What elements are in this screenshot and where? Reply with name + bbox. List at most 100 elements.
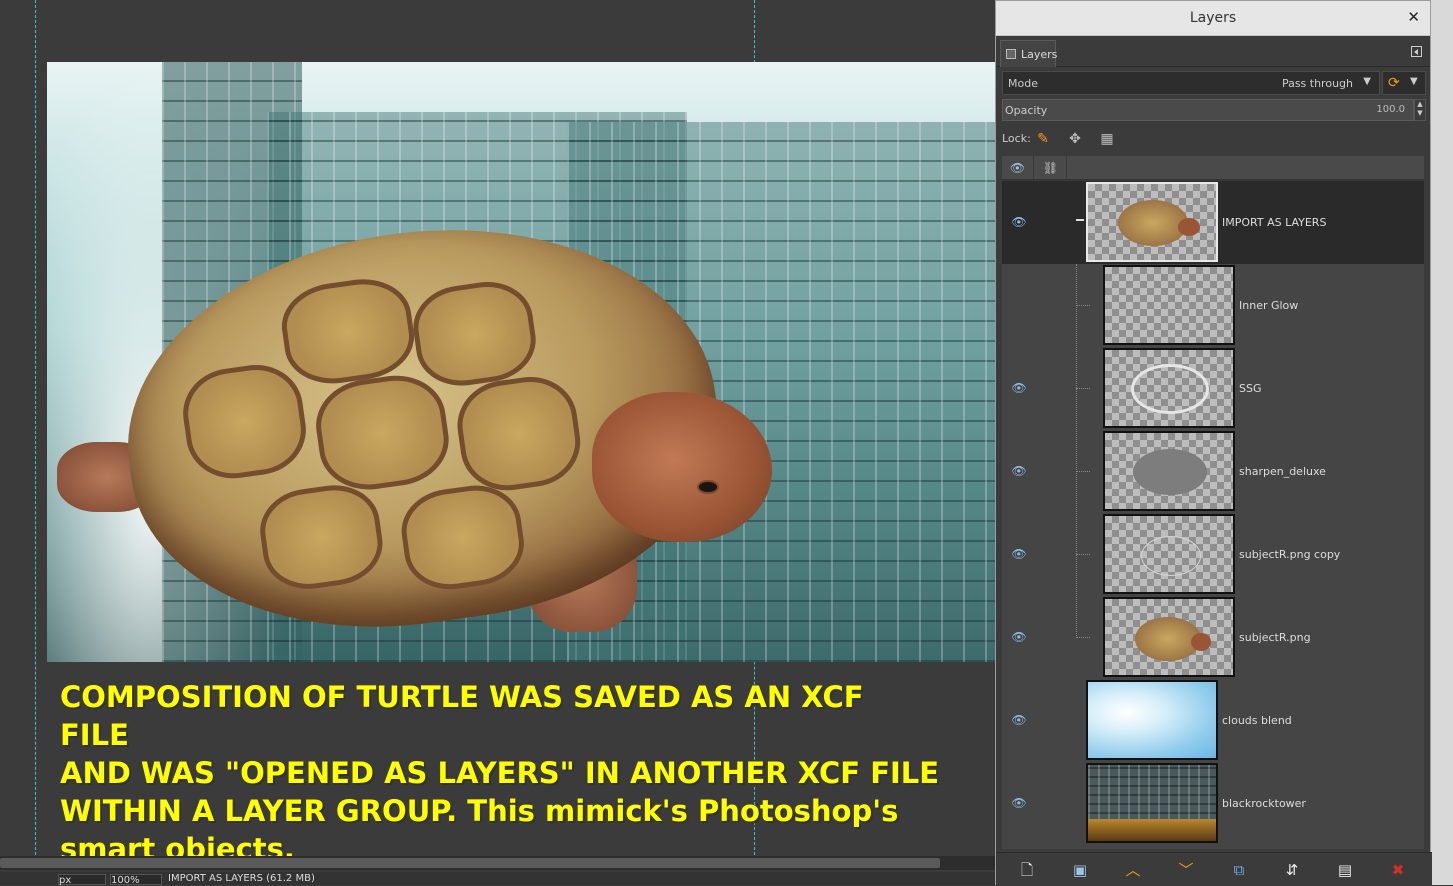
building-lights-thumb (1088, 819, 1216, 841)
status-text: IMPORT AS LAYERS (61.2 MB) (168, 873, 315, 884)
mode-label: Mode (1008, 77, 1038, 90)
horizontal-scrollbar[interactable] (0, 856, 995, 870)
image-canvas-workspace[interactable]: COMPOSITION OF TURTLE WAS SAVED AS AN XC… (0, 0, 995, 885)
eye-icon[interactable]: 👁 (1010, 548, 1028, 560)
delete-layer-icon[interactable]: ✖ (1387, 860, 1409, 880)
shell-scute (451, 370, 586, 497)
window-title: Layers (1189, 10, 1237, 26)
layer-thumbnail (1086, 763, 1218, 843)
vertical-guide-left[interactable] (35, 0, 36, 855)
canvas-image[interactable] (47, 62, 995, 662)
turtle-thumb-head (1191, 633, 1211, 651)
layer-name: subjectR.png copy (1239, 548, 1341, 561)
lock-position-icon[interactable]: ✥ (1064, 128, 1086, 150)
layers-window: Layers ✕ Layers Mode Pass through ▼ ⟳ ▼ … (995, 0, 1432, 886)
tab-layers[interactable]: Layers (1000, 40, 1058, 67)
tree-branch (1076, 554, 1090, 555)
turtle-thumb-head (1178, 218, 1200, 236)
raise-layer-icon[interactable]: ︿ (1122, 860, 1144, 880)
layer-name: sharpen_deluxe (1239, 465, 1326, 478)
faint-outline-thumb-shape (1141, 536, 1201, 576)
dock-tab-row: Layers (996, 36, 1430, 67)
caption-text: COMPOSITION OF TURTLE WAS SAVED AS AN XC… (60, 680, 940, 866)
layer-thumbnail (1103, 514, 1235, 594)
opacity-slider[interactable]: Opacity 100.0 (1002, 99, 1414, 121)
lock-pixels-icon[interactable]: ✎ (1032, 128, 1054, 150)
tab-menu-icon[interactable] (1411, 46, 1422, 57)
tab-label: Layers (1021, 48, 1058, 61)
tree-branch (1076, 388, 1090, 389)
eye-icon[interactable]: 👁 (1010, 465, 1028, 477)
lower-layer-icon[interactable]: ﹀ (1175, 860, 1197, 880)
layer-thumbnail (1103, 265, 1235, 345)
layer-row[interactable]: 👁 subjectR.png (1002, 596, 1424, 679)
layer-row[interactable]: 👁 IMPORT AS LAYERS (1002, 181, 1424, 264)
tree-branch (1076, 305, 1090, 306)
layers-action-bar: 🗋 ▣ ︿ ﹀ ⧉ ⇵ ▤ ✖ (996, 852, 1432, 886)
layer-row[interactable]: 👁 blackrocktower (1002, 762, 1424, 845)
mode-value: Pass through (1281, 77, 1353, 90)
layer-row[interactable]: 👁 clouds blend (1002, 679, 1424, 762)
layer-thumbnail (1103, 348, 1235, 428)
shell-scute (177, 358, 312, 485)
shell-scute (254, 479, 388, 595)
close-icon[interactable]: ✕ (1407, 8, 1420, 26)
turtle-eye (697, 480, 719, 494)
layer-name: subjectR.png (1239, 631, 1311, 644)
eye-icon[interactable]: 👁 (1010, 216, 1028, 228)
visibility-column-icon[interactable]: 👁 (1002, 156, 1034, 180)
layer-thumbnail (1086, 680, 1218, 760)
shell-scute (276, 272, 420, 390)
window-titlebar[interactable]: Layers ✕ (996, 1, 1430, 36)
layer-thumbnail (1103, 597, 1235, 677)
chevron-down-icon: ▼ (1410, 76, 1418, 87)
layer-row[interactable]: Inner Glow (1002, 264, 1424, 347)
layer-name: Inner Glow (1239, 299, 1299, 312)
mode-dropdown[interactable]: Mode Pass through ▼ (1002, 71, 1380, 95)
layer-list-header: 👁 ⛓ (1002, 156, 1424, 180)
layer-name: blackrocktower (1222, 797, 1306, 810)
layer-thumbnail (1103, 431, 1235, 511)
mask-icon[interactable]: ▤ (1334, 860, 1356, 880)
chain-column-icon[interactable]: ⛓ (1035, 156, 1067, 180)
opacity-label: Opacity (1005, 104, 1048, 117)
shell-scute (310, 369, 455, 497)
layer-row[interactable]: 👁 SSG (1002, 347, 1424, 430)
layers-dock: Layers ✕ Layers Mode Pass through ▼ ⟳ ▼ … (995, 0, 1453, 886)
layer-name: IMPORT AS LAYERS (1222, 216, 1327, 229)
new-group-icon[interactable]: ▣ (1069, 860, 1091, 880)
eye-icon[interactable]: 👁 (1010, 797, 1028, 809)
lock-label: Lock: (1002, 132, 1031, 145)
zoom-selector[interactable]: 100% (110, 874, 162, 885)
lock-alpha-icon[interactable]: ▦ (1096, 128, 1118, 150)
eye-icon[interactable]: 👁 (1010, 382, 1028, 394)
turtle-thumb-shape (1118, 200, 1188, 246)
unit-selector[interactable]: px (58, 874, 106, 885)
gray-turtle-thumb-shape (1133, 449, 1207, 495)
reset-icon: ⟳ (1388, 75, 1400, 91)
layer-list[interactable]: 👁 IMPORT AS LAYERS Inner Glow 👁 SSG 👁 sh… (1002, 181, 1424, 849)
layer-row[interactable]: 👁 sharpen_deluxe (1002, 430, 1424, 513)
layer-name: SSG (1239, 382, 1262, 395)
layers-icon (1006, 49, 1016, 59)
outline-thumb-shape (1131, 364, 1209, 414)
chevron-down-icon: ▼ (1363, 76, 1371, 87)
tree-branch (1076, 637, 1090, 638)
shell-scute (408, 275, 541, 392)
opacity-spinner[interactable]: ▲ ▼ (1414, 99, 1426, 121)
layer-row[interactable]: 👁 subjectR.png copy (1002, 513, 1424, 596)
merge-down-icon[interactable]: ⇵ (1281, 860, 1303, 880)
collapse-icon[interactable] (1076, 219, 1084, 221)
shell-scute (396, 479, 530, 596)
opacity-value: 100.0 (1376, 104, 1405, 115)
duplicate-layer-icon[interactable]: ⧉ (1228, 860, 1250, 880)
layer-thumbnail (1086, 182, 1218, 262)
eye-icon[interactable]: 👁 (1010, 714, 1028, 726)
scrollbar-thumb[interactable] (0, 858, 940, 868)
new-layer-icon[interactable]: 🗋 (1016, 860, 1038, 880)
status-bar: px 100% IMPORT AS LAYERS (61.2 MB) (0, 872, 995, 885)
tree-branch (1076, 471, 1090, 472)
eye-icon[interactable]: 👁 (1010, 631, 1028, 643)
layer-name: clouds blend (1222, 714, 1292, 727)
mode-reset-button[interactable]: ⟳ ▼ (1382, 71, 1426, 95)
